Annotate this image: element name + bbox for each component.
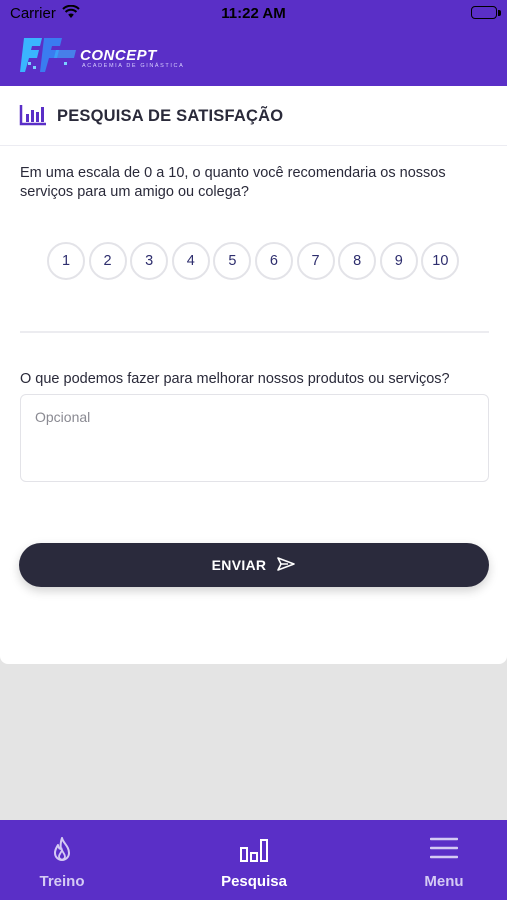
survey-card: PESQUISA DE SATISFAÇÃO Em uma escala de … bbox=[0, 86, 507, 664]
rating-option-9[interactable]: 9 bbox=[379, 242, 418, 280]
brand-name: CONCEPT bbox=[80, 47, 157, 64]
battery-icon bbox=[471, 6, 497, 19]
rating-option-6[interactable]: 6 bbox=[254, 242, 293, 280]
rating-option-1[interactable]: 1 bbox=[47, 242, 85, 280]
logo-mark-icon bbox=[20, 38, 76, 72]
rating-option-2[interactable]: 2 bbox=[88, 242, 127, 280]
divider bbox=[20, 331, 489, 333]
survey-header: PESQUISA DE SATISFAÇÃO bbox=[0, 86, 507, 146]
page-title: PESQUISA DE SATISFAÇÃO bbox=[57, 107, 284, 125]
bottom-tab-bar: Treino Pesquisa Menu bbox=[0, 820, 507, 900]
bar-chart-icon bbox=[194, 836, 314, 864]
tab-menu[interactable]: Menu bbox=[384, 820, 504, 900]
tab-pesquisa[interactable]: Pesquisa bbox=[194, 820, 314, 900]
submit-button[interactable]: ENVIAR bbox=[19, 543, 489, 587]
rating-option-5[interactable]: 5 bbox=[213, 242, 252, 280]
recommend-question: Em uma escala de 0 a 10, o quanto você r… bbox=[20, 165, 446, 200]
improve-input[interactable] bbox=[20, 394, 489, 482]
rating-option-10[interactable]: 10 bbox=[421, 242, 460, 280]
hamburger-icon bbox=[384, 836, 504, 860]
status-bar: Carrier 11:22 AM bbox=[0, 0, 507, 28]
rating-option-7[interactable]: 7 bbox=[296, 242, 335, 280]
rating-option-3[interactable]: 3 bbox=[130, 242, 169, 280]
rating-option-4[interactable]: 4 bbox=[171, 242, 210, 280]
bar-chart-icon bbox=[19, 104, 47, 131]
tab-menu-label: Menu bbox=[424, 873, 464, 890]
tab-treino[interactable]: Treino bbox=[2, 820, 122, 900]
rating-scale: 1 2 3 4 5 6 7 8 9 10 bbox=[47, 242, 460, 282]
send-icon bbox=[276, 556, 296, 575]
submit-label: ENVIAR bbox=[211, 557, 267, 573]
app-header: Carrier 11:22 AM CONCEPT ACADEMIA DE GIN… bbox=[0, 0, 507, 86]
brand-tagline: ACADEMIA DE GINÁSTICA bbox=[82, 63, 185, 69]
tab-treino-label: Treino bbox=[39, 873, 85, 890]
brand-logo: CONCEPT ACADEMIA DE GINÁSTICA bbox=[20, 36, 190, 74]
improve-question: O que podemos fazer para melhorar nossos… bbox=[20, 371, 450, 387]
battery-tip bbox=[498, 10, 501, 16]
tab-pesquisa-label: Pesquisa bbox=[221, 873, 287, 890]
rating-option-8[interactable]: 8 bbox=[338, 242, 377, 280]
flame-icon bbox=[2, 836, 122, 864]
clock: 11:22 AM bbox=[221, 5, 286, 22]
